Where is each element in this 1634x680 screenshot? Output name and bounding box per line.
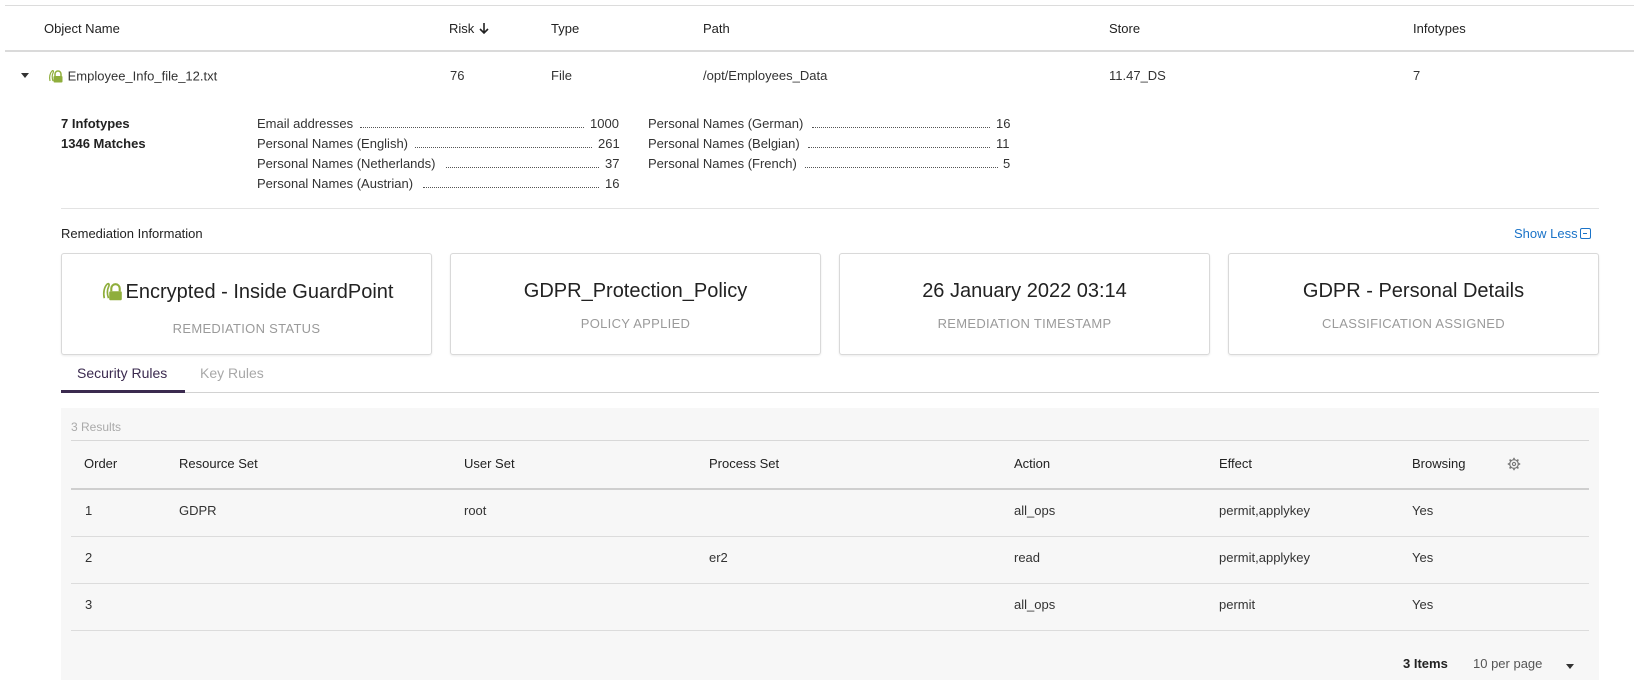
header-risk-label: Risk [449,21,475,36]
header-object-name[interactable]: Object Name [44,21,120,36]
dotted-leader [360,127,584,128]
remediation-status-value: Encrypted - Inside GuardPoint [62,280,431,307]
remediation-status-text: Encrypted - Inside GuardPoint [125,281,394,303]
encrypted-lock-icon [47,68,64,86]
rule-order: 1 [85,503,93,518]
header-divider [5,50,1634,52]
header-path[interactable]: Path [703,21,730,36]
matches-count: 1346 Matches [61,136,146,151]
dotted-leader [805,167,998,168]
col-user-set[interactable]: User Set [464,456,515,471]
infotype-value: 16 [605,176,620,191]
rules-panel [61,408,1599,680]
object-name-cell[interactable]: Employee_Info_file_12.txt [47,68,217,86]
collapse-caret-icon[interactable] [21,73,29,78]
collapse-box-icon [1579,228,1591,239]
infotype-label: Personal Names (German) [648,116,804,131]
remediation-timestamp-label: REMEDIATION TIMESTAMP [937,316,1112,331]
col-action[interactable]: Action [1014,456,1050,471]
classification-value: GDPR - Personal Details [1302,280,1525,302]
rule-resource-set: GDPR [179,503,217,518]
rule-order: 2 [85,550,93,565]
row-divider [71,536,1589,537]
header-store[interactable]: Store [1109,21,1140,36]
infotype-value: 11 [996,136,1010,151]
dotted-leader [812,127,990,128]
encrypted-lock-icon [100,280,124,307]
rule-action: read [1014,550,1041,565]
tab-divider [61,392,1599,393]
col-browsing[interactable]: Browsing [1412,456,1465,471]
show-less-label: Show Less [1514,226,1578,241]
dotted-leader [423,187,599,188]
infotypes-cell: 7 [1413,68,1421,83]
infotype-label: Personal Names (Netherlands) [257,156,436,171]
row-divider [71,630,1589,631]
infotype-value: 5 [1003,156,1011,171]
rule-effect: permit,applykey [1219,550,1311,565]
rules-table-top-border [71,440,1589,441]
remediation-status-card: Encrypted - Inside GuardPoint REMEDIATIO… [61,253,432,355]
rule-user-set: root [464,503,487,518]
dotted-leader [808,147,990,148]
tab-security-rules[interactable]: Security Rules [77,365,167,381]
classification-label: CLASSIFICATION ASSIGNED [1322,316,1505,331]
top-border [5,5,1634,6]
infotype-label: Personal Names (French) [648,156,797,171]
object-name-link[interactable]: Employee_Info_file_12.txt [68,68,218,83]
policy-applied-value: GDPR_Protection_Policy [523,280,748,302]
rule-order: 3 [85,597,93,612]
header-type[interactable]: Type [551,21,579,36]
rule-effect: permit,applykey [1219,503,1311,518]
rule-browsing: Yes [1412,597,1434,612]
rule-browsing: Yes [1412,550,1434,565]
infotype-label: Personal Names (Austrian) [257,176,414,191]
rule-effect: permit [1219,597,1256,612]
store-cell: 11.47_DS [1109,68,1166,83]
dotted-leader [446,167,599,168]
col-order[interactable]: Order [84,456,117,471]
header-infotypes[interactable]: Infotypes [1413,21,1466,36]
remediation-status-label: REMEDIATION STATUS [172,321,321,336]
rule-process-set: er2 [709,550,728,565]
row-divider [71,583,1589,584]
infotype-value: 16 [996,116,1011,131]
infotype-label: Personal Names (English) [257,136,409,151]
infotype-value: 37 [605,156,620,171]
pagination-item-count: 3 Items [1403,656,1448,671]
risk-cell: 76 [450,68,465,83]
path-cell: /opt/Employees_Data [703,68,828,83]
rule-browsing: Yes [1412,503,1434,518]
policy-applied-card: GDPR_Protection_Policy POLICY APPLIED [450,253,821,355]
sort-down-arrow-icon[interactable] [478,22,490,38]
type-cell: File [551,68,572,83]
rule-action: all_ops [1014,597,1056,612]
remediation-title: Remediation Information [61,226,203,241]
infotype-label: Email addresses [257,116,354,131]
per-page-select[interactable]: 10 per page [1473,656,1542,671]
col-effect[interactable]: Effect [1219,456,1252,471]
results-count: 3 Results [71,420,122,434]
dotted-leader [415,147,592,148]
rules-header-divider [71,488,1589,490]
infotype-value: 261 [598,136,620,151]
rule-action: all_ops [1014,503,1056,518]
tab-key-rules[interactable]: Key Rules [200,365,264,381]
col-process-set[interactable]: Process Set [709,456,779,471]
section-divider [61,208,1599,209]
infotypes-count: 7 Infotypes [61,116,130,131]
per-page-chevron-down-icon[interactable] [1566,664,1574,669]
policy-applied-label: POLICY APPLIED [580,316,691,331]
remediation-timestamp-value: 26 January 2022 03:14 [922,280,1127,302]
header-risk[interactable]: Risk [449,21,490,38]
infotype-label: Personal Names (Belgian) [648,136,800,151]
col-resource-set[interactable]: Resource Set [179,456,258,471]
active-tab-indicator [61,390,185,393]
show-less-button[interactable]: Show Less [1514,226,1591,241]
column-settings-gear-icon[interactable] [1507,457,1521,474]
infotype-value: 1000 [590,116,619,131]
classification-card: GDPR - Personal Details CLASSIFICATION A… [1228,253,1599,355]
remediation-timestamp-card: 26 January 2022 03:14 REMEDIATION TIMEST… [839,253,1210,355]
